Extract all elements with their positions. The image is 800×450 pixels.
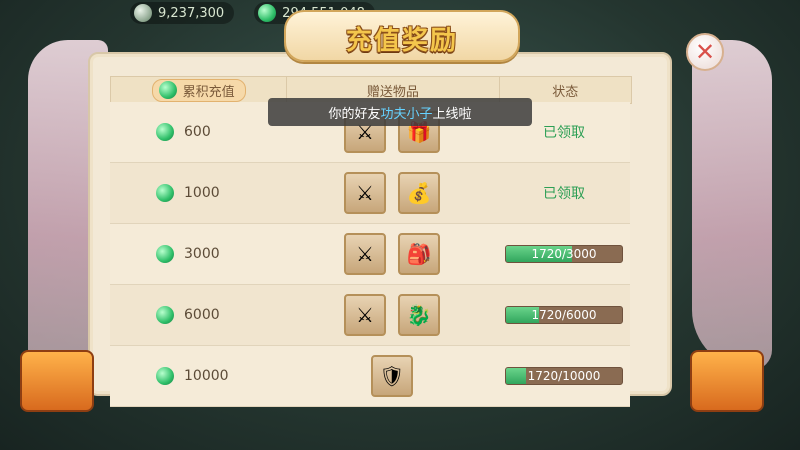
- progress-bar: 1720/3000: [505, 245, 623, 263]
- row-amount-cell: 6000: [110, 306, 286, 324]
- row-amount: 6000: [184, 307, 220, 323]
- status-claimed: 已领取: [543, 186, 585, 202]
- row-amount-cell: 600: [110, 123, 286, 141]
- knight-bundle-icon[interactable]: ⚔: [344, 233, 386, 275]
- knight-bundle-icon[interactable]: ⚔: [344, 294, 386, 336]
- toast-suffix: 上线啦: [432, 106, 472, 122]
- row-status-cell: 1720/10000: [498, 367, 630, 385]
- silver-amount: 9,237,300: [158, 5, 225, 21]
- progress-text: 1720/6000: [531, 308, 597, 322]
- jade-icon: [156, 123, 174, 141]
- toast-prefix: 你的好友: [328, 106, 381, 122]
- reward-row: 3000 ⚔ 🎒 1720/3000: [110, 224, 630, 285]
- row-status-cell: 已领取: [498, 183, 630, 203]
- gold-bag-glyph: 💰: [406, 181, 432, 205]
- header-accumulated-recharge: 累积充值: [111, 77, 288, 103]
- row-status-cell: 1720/3000: [498, 245, 630, 263]
- knight-bundle-icon[interactable]: ⚔: [344, 172, 386, 214]
- knight-bundle-glyph: ⚔: [356, 303, 374, 327]
- row-amount: 600: [184, 124, 211, 140]
- golden-dragon-glyph: 🐉: [406, 303, 432, 327]
- progress-bar: 1720/6000: [505, 306, 623, 324]
- row-items-cell: ⚔ 🐉: [286, 294, 498, 336]
- gold-bag-icon[interactable]: 💰: [398, 172, 440, 214]
- silver-counter: 9,237,300: [130, 2, 235, 24]
- progress-text: 1720/10000: [527, 369, 601, 383]
- silver-coin-icon: [134, 4, 152, 22]
- reward-row: 10000 🛡 1720/10000: [110, 346, 630, 407]
- right-ribbon-decoration: [692, 40, 772, 370]
- row-items-cell: ⚔ 🎒: [286, 233, 498, 275]
- jade-icon: [156, 306, 174, 324]
- row-items-cell: 🛡: [286, 355, 498, 397]
- title-plaque: 充值奖励: [284, 10, 520, 62]
- header-pill: 累积充值: [151, 78, 246, 102]
- jade-icon: [258, 4, 277, 22]
- row-items-cell: ⚔ 💰: [286, 172, 498, 214]
- jade-icon: [156, 245, 174, 263]
- red-pouch-icon[interactable]: 🎒: [398, 233, 440, 275]
- row-amount: 1000: [184, 185, 220, 201]
- reward-row: 1000 ⚔ 💰 已领取: [110, 163, 630, 224]
- toast-friend-name: 功夫小子: [380, 106, 433, 122]
- golden-dragon-icon[interactable]: 🐉: [398, 294, 440, 336]
- knight-bundle-glyph: ⚔: [356, 242, 374, 266]
- close-button[interactable]: ✕: [686, 33, 724, 71]
- knight-bundle-glyph: ⚔: [356, 181, 374, 205]
- row-amount-cell: 10000: [110, 367, 286, 385]
- red-pouch-glyph: 🎒: [406, 242, 432, 266]
- row-amount-cell: 1000: [110, 184, 286, 202]
- reward-rows: 600 ⚔ 🎁 已领取 1000 ⚔ 💰 已领取 3000 ⚔ 🎒 1720/3000 6000 ⚔ 🐉 17…: [110, 102, 630, 407]
- blue-armor-glyph: 🛡: [379, 364, 405, 388]
- reward-row: 6000 ⚔ 🐉 1720/6000: [110, 285, 630, 346]
- progress-text: 1720/3000: [531, 247, 597, 261]
- close-icon: ✕: [694, 38, 716, 66]
- header-label: 累积充值: [182, 84, 235, 100]
- row-amount: 3000: [184, 246, 220, 262]
- status-claimed: 已领取: [543, 125, 585, 141]
- friend-online-toast: 你的好友 功夫小子 上线啦: [268, 98, 532, 126]
- row-amount-cell: 3000: [110, 245, 286, 263]
- progress-bar: 1720/10000: [505, 367, 623, 385]
- header-label: 状态: [552, 84, 579, 100]
- treasure-chest-icon: [20, 350, 94, 412]
- jade-icon: [156, 184, 174, 202]
- header-label: 赠送物品: [366, 84, 419, 100]
- page-title: 充值奖励: [345, 26, 458, 56]
- treasure-chest-icon: [690, 350, 764, 412]
- row-status-cell: 1720/6000: [498, 306, 630, 324]
- row-amount: 10000: [184, 368, 229, 384]
- blue-armor-icon[interactable]: 🛡: [371, 355, 413, 397]
- jade-icon: [158, 81, 177, 99]
- jade-icon: [156, 367, 174, 385]
